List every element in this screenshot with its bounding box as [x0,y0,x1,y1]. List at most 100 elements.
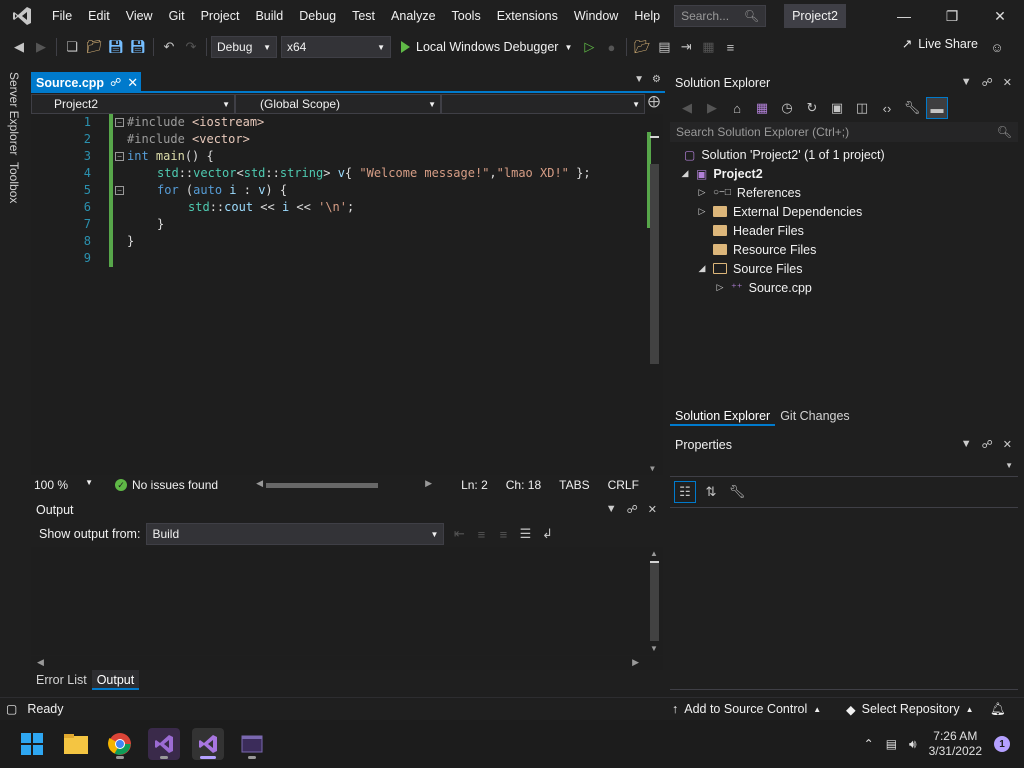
previous-message-icon[interactable]: ≡ [470,523,492,545]
scroll-left-icon[interactable]: ◀ [37,657,44,668]
forward-icon[interactable]: ▶ [30,36,52,58]
tree-item-source-cpp[interactable]: ▷ ⁺⁺ Source.cpp [715,278,812,297]
open-folder-icon[interactable]: 📁︎ [83,36,105,58]
properties-icon[interactable]: 🔧︎ [901,97,923,119]
scroll-left-icon[interactable]: ◀ [256,478,263,489]
menu-project[interactable]: Project [193,0,248,32]
expanded-arrow-icon[interactable]: ◢ [697,263,707,274]
back-icon[interactable]: ◀ [676,97,698,119]
pin-icon[interactable]: ☍ [110,76,121,89]
visual-studio-icon[interactable] [192,728,224,760]
clear-all-icon[interactable]: ☰ [514,523,536,545]
browse-folder-icon[interactable]: 📂︎ [631,36,653,58]
zoom-dropdown[interactable]: 100 % ▼ [31,478,93,492]
tab-output[interactable]: Output [91,670,140,690]
start-button-icon[interactable] [16,728,48,760]
output-text-area[interactable]: ▲ ▼ [31,547,663,655]
scroll-thumb[interactable] [266,483,379,488]
platform-select[interactable]: x64 ▼ [281,36,391,58]
tab-git-changes[interactable]: Git Changes [775,406,854,426]
code-editor[interactable]: 1 2 3 4 5 6 7 8 9 − − − #include <iostre… [31,114,663,475]
menu-git[interactable]: Git [161,0,193,32]
live-share-button[interactable]: ↗ Live Share [902,36,978,52]
scroll-right-icon[interactable]: ▶ [632,657,639,668]
line-ending-indicator[interactable]: CRLF [608,478,639,492]
scroll-down-icon[interactable]: ▼ [650,464,655,473]
menu-view[interactable]: View [118,0,161,32]
chevron-down-icon[interactable]: ▼ [961,76,972,89]
undo-icon[interactable]: ↶ [158,36,180,58]
indentation-indicator[interactable]: TABS [559,478,589,492]
categorized-icon[interactable]: ☷ [674,481,696,503]
property-pages-icon[interactable]: 🔧︎ [726,481,748,503]
menu-analyze[interactable]: Analyze [383,0,443,32]
tab-source-cpp[interactable]: Source.cpp ☍ ✕ [31,72,141,93]
back-icon[interactable]: ◀ [8,36,30,58]
editor-vertical-scrollbar[interactable]: ▼ [646,114,663,475]
file-explorer-icon[interactable] [60,728,92,760]
menu-edit[interactable]: Edit [80,0,118,32]
tab-error-list[interactable]: Error List [31,670,92,690]
save-all-icon[interactable]: 💾︎ [127,36,149,58]
code-icon[interactable]: ‹› [876,97,898,119]
clock[interactable]: 7:26 AM 3/31/2022 [929,729,982,759]
home-icon[interactable]: ⌂ [726,97,748,119]
scroll-right-icon[interactable]: ▶ [425,478,432,489]
collapsed-arrow-icon[interactable]: ▷ [715,282,725,293]
pin-icon[interactable]: ☍ [982,438,993,451]
new-project-icon[interactable]: ❏ [61,36,83,58]
tree-item-project[interactable]: ◢ ▣ Project2 [680,164,763,183]
output-panel-icon[interactable]: ▢ [6,702,17,716]
chevron-down-icon[interactable]: ▼ [606,503,617,516]
minimize-icon[interactable]: — [880,0,928,32]
pin-icon[interactable]: ☍ [627,503,638,516]
network-icon[interactable]: ▤ [886,737,897,751]
tree-item-resource-files[interactable]: Resource Files [713,240,816,259]
output-horizontal-scrollbar[interactable]: ◀ ▶ [31,656,663,670]
preview-icon[interactable]: ▬ [926,97,948,119]
menu-test[interactable]: Test [344,0,383,32]
close-icon[interactable]: ✕ [648,503,657,516]
member-dropdown[interactable]: ▼ [441,94,645,114]
bookmark-icon[interactable]: ▦ [697,36,719,58]
restore-icon[interactable]: ❐ [928,0,976,32]
tree-item-references[interactable]: ▷ ○−□ References [697,183,801,202]
split-icon[interactable]: ⨁ [645,94,663,114]
visual-studio-installer-icon[interactable] [148,728,180,760]
gear-icon[interactable]: ⚙ [652,74,661,85]
chevron-up-icon[interactable]: ⌃ [864,737,874,751]
redo-icon[interactable]: ↷ [180,36,202,58]
add-source-control-button[interactable]: ↑ Add to Source Control ▲ [672,702,821,716]
configuration-select[interactable]: Debug ▼ [211,36,277,58]
output-source-select[interactable]: Build ▼ [146,523,445,545]
find-message-icon[interactable]: ⇤ [448,523,470,545]
close-tab-icon[interactable]: ✕ [127,75,138,91]
volume-icon[interactable]: 🔊︎ [909,737,917,752]
collapsed-arrow-icon[interactable]: ▷ [697,187,707,198]
next-message-icon[interactable]: ≡ [492,523,514,545]
collapse-all-icon[interactable]: ▣ [826,97,848,119]
tree-item-source-files[interactable]: ◢ Source Files [697,259,803,278]
output-vertical-scrollbar[interactable]: ▲ ▼ [646,547,663,655]
chevron-down-icon[interactable]: ▼ [634,74,644,85]
alphabetical-icon[interactable]: ⇅ [700,481,722,503]
menu-tools[interactable]: Tools [444,0,489,32]
expanded-arrow-icon[interactable]: ◢ [680,168,690,179]
menu-debug[interactable]: Debug [291,0,344,32]
collapsed-arrow-icon[interactable]: ▷ [697,206,707,217]
scroll-down-icon[interactable]: ▼ [650,644,658,653]
hot-reload-icon[interactable]: ● [600,36,622,58]
feedback-icon[interactable]: ☺ [986,36,1008,58]
show-all-files-icon[interactable]: ◫ [851,97,873,119]
scope-dropdown[interactable]: (Global Scope) ▼ [235,94,441,114]
start-without-debugging-icon[interactable]: ▷ [578,36,600,58]
switch-views-icon[interactable]: ▦ [751,97,773,119]
indent-icon[interactable]: ≡ [719,36,741,58]
chrome-icon[interactable] [104,728,136,760]
menu-window[interactable]: Window [566,0,626,32]
close-icon[interactable]: ✕ [976,0,1024,32]
menu-help[interactable]: Help [626,0,668,32]
terminal-icon[interactable] [236,728,268,760]
step-icon[interactable]: ⇥ [675,36,697,58]
visual-studio-logo-icon[interactable] [0,0,44,32]
